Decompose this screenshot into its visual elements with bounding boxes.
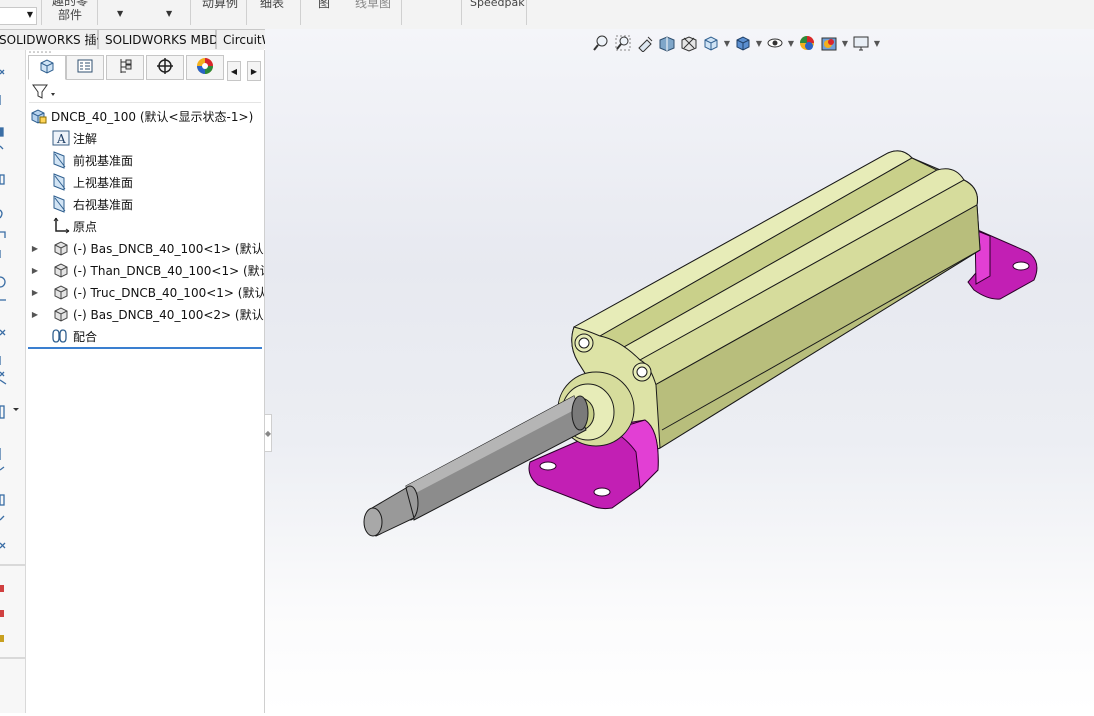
ribbon-group-label[interactable]: 图 — [318, 0, 330, 10]
plane-icon — [52, 151, 70, 169]
scroll-left-button[interactable]: ◀ — [227, 61, 241, 81]
mates-icon — [52, 327, 70, 345]
tree-item-part[interactable]: ▶ (-) Bas_DNCB_40_100<1> (默认< — [30, 238, 274, 258]
cylinder-assembly-model[interactable] — [265, 29, 1094, 713]
ribbon-dropdown[interactable]: ▼ — [0, 7, 37, 25]
tree-item-top-plane[interactable]: 上视基准面 — [30, 172, 133, 192]
part-icon — [52, 261, 70, 279]
tree-item-part[interactable]: ▶ (-) Than_DNCB_40_100<1> (默认 — [30, 260, 272, 280]
tree-item-label: 原点 — [73, 219, 98, 234]
panel-grip — [29, 51, 51, 53]
ribbon-separator — [526, 0, 527, 25]
tab-property-manager[interactable] — [66, 55, 104, 80]
ribbon-group-label[interactable]: 趣的零 部件 — [48, 0, 92, 22]
property-manager-icon — [76, 57, 94, 78]
tree-root[interactable]: DNCB_40_100 (默认<显示状态-1>) — [30, 106, 253, 126]
tree-item-origin[interactable]: 原点 — [30, 216, 97, 236]
tab-solidworks-addins[interactable]: SOLIDWORKS 插件 — [0, 29, 108, 49]
ribbon-separator — [190, 0, 191, 25]
ribbon-separator — [246, 0, 247, 25]
dimxpert-icon — [156, 57, 174, 78]
tree-item-front-plane[interactable]: 前视基准面 — [30, 150, 133, 170]
part-icon — [52, 305, 70, 323]
part-icon — [52, 239, 70, 257]
tree-item-label: 注解 — [73, 131, 98, 146]
tree-root-label: DNCB_40_100 (默认<显示状态-1>) — [51, 109, 254, 124]
command-manager-ribbon: ▼ 趣的零 部件 ▼ ▼ 动算例 细表 图 线草图 Speedpak — [0, 0, 1094, 30]
part-icon — [52, 283, 70, 301]
tab-display-manager[interactable] — [186, 55, 224, 80]
tree-item-label: 上视基准面 — [73, 175, 134, 190]
tree-item-label: (-) Bas_DNCB_40_100<2> (默认< — [73, 307, 274, 322]
plane-icon — [52, 173, 70, 191]
tree-item-label: (-) Bas_DNCB_40_100<1> (默认< — [73, 241, 274, 256]
filter-row — [29, 82, 261, 103]
origin-icon — [52, 217, 70, 235]
tree-item-annotations[interactable]: A 注解 — [30, 128, 97, 148]
filter-icon[interactable] — [31, 83, 57, 104]
display-manager-icon — [195, 56, 215, 79]
tree-item-label: (-) Than_DNCB_40_100<1> (默认 — [73, 263, 272, 278]
tree-item-part[interactable]: ▶ (-) Bas_DNCB_40_100<2> (默认< — [30, 304, 274, 324]
ribbon-separator — [300, 0, 301, 25]
graphics-area[interactable]: ▼ ▼ ▼ ▼ ▼ — [265, 29, 1094, 713]
tree-item-part[interactable]: ▶ (-) Truc_DNCB_40_100<1> (默认- — [30, 282, 271, 302]
command-manager-tabs: SOLIDWORKS 插件 SOLIDWORKS MBD CircuitWork… — [0, 29, 299, 50]
expand-arrow-icon[interactable]: ▶ — [30, 266, 40, 275]
svg-text:A: A — [56, 132, 66, 146]
tab-feature-manager[interactable] — [28, 55, 66, 80]
chevron-down-icon[interactable]: ▼ — [117, 9, 123, 18]
plane-icon — [52, 195, 70, 213]
ribbon-separator — [401, 0, 402, 25]
chevron-down-icon[interactable]: ▼ — [166, 9, 172, 18]
ribbon-separator — [41, 0, 42, 25]
tab-configuration-manager[interactable] — [106, 55, 144, 80]
ribbon-group-label[interactable]: 动算例 — [202, 0, 238, 10]
ribbon-separator — [97, 0, 98, 25]
feature-manager-icon — [38, 57, 56, 78]
expand-arrow-icon[interactable]: ▶ — [30, 310, 40, 319]
expand-arrow-icon[interactable]: ▶ — [30, 288, 40, 297]
tree-item-label: 前视基准面 — [73, 153, 134, 168]
tree-item-right-plane[interactable]: 右视基准面 — [30, 194, 133, 214]
ribbon-group-label[interactable]: 线草图 — [355, 0, 391, 10]
tab-solidworks-mbd[interactable]: SOLIDWORKS MBD — [98, 29, 218, 49]
ribbon-group-label[interactable]: Speedpak — [470, 0, 525, 10]
left-toolbar — [0, 50, 26, 713]
left-toolbar-icons[interactable] — [0, 50, 25, 713]
tree-item-label: (-) Truc_DNCB_40_100<1> (默认- — [73, 285, 271, 300]
rollback-bar[interactable] — [28, 347, 262, 349]
feature-manager-tabs: ◀ ▶ — [26, 55, 264, 81]
panel-collapse-handle[interactable]: ◆ — [264, 414, 272, 452]
ribbon-separator — [461, 0, 462, 25]
annotations-icon: A — [52, 129, 70, 147]
tree-item-label: 配合 — [73, 329, 98, 344]
ribbon-group-label[interactable]: 细表 — [260, 0, 284, 10]
assembly-icon — [30, 107, 48, 125]
expand-arrow-icon[interactable]: ▶ — [30, 244, 40, 253]
tree-item-mates[interactable]: 配合 — [30, 326, 97, 346]
scroll-right-button[interactable]: ▶ — [247, 61, 261, 81]
feature-manager-panel: ◀ ▶ DNCB_40_100 (默认<显示状态-1>) A 注解 前视基准面 — [26, 50, 274, 713]
configuration-manager-icon — [116, 57, 134, 78]
tab-dimxpert-manager[interactable] — [146, 55, 184, 80]
tree-item-label: 右视基准面 — [73, 197, 134, 212]
